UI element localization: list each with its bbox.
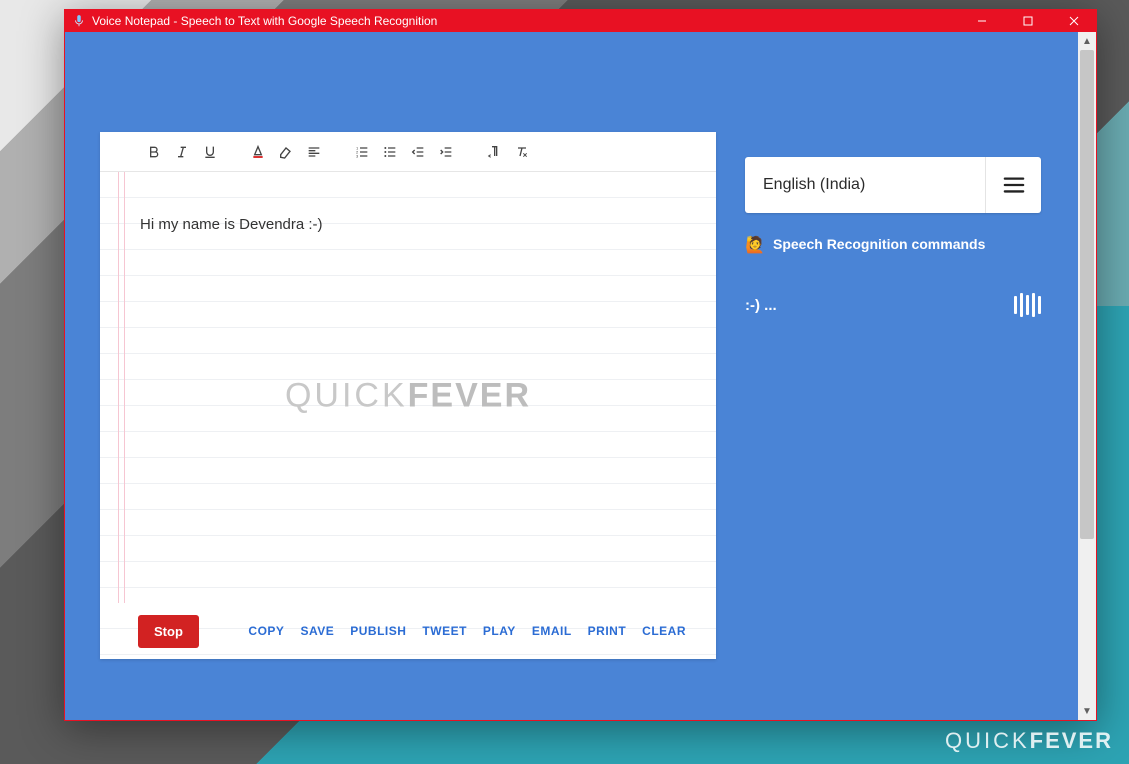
- titlebar[interactable]: Voice Notepad - Speech to Text with Goog…: [64, 9, 1097, 32]
- app-window: Voice Notepad - Speech to Text with Goog…: [64, 9, 1097, 721]
- window-title: Voice Notepad - Speech to Text with Goog…: [92, 14, 437, 28]
- vertical-scrollbar[interactable]: ▲ ▼: [1078, 32, 1096, 720]
- italic-button[interactable]: [168, 138, 196, 166]
- watermark: QUICKFEVER: [285, 376, 531, 415]
- notepad-panel: 123 Hi my name is Devendra :-) QUICKFEVE…: [100, 132, 716, 659]
- bold-button[interactable]: [140, 138, 168, 166]
- email-link[interactable]: EMAIL: [532, 624, 572, 638]
- stop-button[interactable]: Stop: [138, 615, 199, 648]
- commands-icon: 🙋: [745, 235, 763, 253]
- rtl-button[interactable]: [480, 138, 508, 166]
- indent-button[interactable]: [432, 138, 460, 166]
- scroll-thumb[interactable]: [1080, 50, 1094, 539]
- scroll-up-arrow[interactable]: ▲: [1078, 32, 1096, 50]
- audio-wave-icon: [1014, 293, 1041, 317]
- minimize-button[interactable]: [959, 9, 1005, 32]
- highlight-button[interactable]: [272, 138, 300, 166]
- side-panel: English (India) 🙋 Speech Recognition com…: [745, 157, 1041, 317]
- scroll-track[interactable]: [1078, 50, 1096, 702]
- copy-link[interactable]: COPY: [248, 624, 284, 638]
- action-bar: Stop COPY SAVE PUBLISH TWEET PLAY EMAIL …: [100, 603, 716, 659]
- content-area: 123 Hi my name is Devendra :-) QUICKFEVE…: [65, 32, 1078, 720]
- outdent-button[interactable]: [404, 138, 432, 166]
- clear-format-button[interactable]: [508, 138, 536, 166]
- editor-toolbar: 123: [100, 132, 716, 172]
- commands-label: Speech Recognition commands: [773, 236, 985, 252]
- close-button[interactable]: [1051, 9, 1097, 32]
- commands-link[interactable]: 🙋 Speech Recognition commands: [745, 235, 1041, 253]
- status-row: :-) ...: [745, 293, 1041, 317]
- underline-button[interactable]: [196, 138, 224, 166]
- client-area: 123 Hi my name is Devendra :-) QUICKFEVE…: [64, 32, 1097, 721]
- footer-watermark: QUICKFEVER: [945, 728, 1113, 754]
- language-selector[interactable]: English (India): [745, 157, 1041, 213]
- scroll-down-arrow[interactable]: ▼: [1078, 702, 1096, 720]
- print-link[interactable]: PRINT: [588, 624, 627, 638]
- text-color-button[interactable]: [244, 138, 272, 166]
- save-link[interactable]: SAVE: [300, 624, 334, 638]
- tweet-link[interactable]: TWEET: [422, 624, 467, 638]
- align-button[interactable]: [300, 138, 328, 166]
- editor-textarea[interactable]: Hi my name is Devendra :-) QUICKFEVER: [100, 172, 716, 619]
- ordered-list-button[interactable]: 123: [348, 138, 376, 166]
- publish-link[interactable]: PUBLISH: [350, 624, 406, 638]
- language-label: English (India): [745, 176, 985, 194]
- svg-text:3: 3: [356, 153, 359, 158]
- status-text: :-) ...: [745, 297, 777, 314]
- maximize-button[interactable]: [1005, 9, 1051, 32]
- menu-icon[interactable]: [985, 157, 1041, 213]
- app-icon: [72, 14, 86, 28]
- clear-link[interactable]: CLEAR: [642, 624, 686, 638]
- unordered-list-button[interactable]: [376, 138, 404, 166]
- editor-content: Hi my name is Devendra :-): [140, 216, 323, 233]
- play-link[interactable]: PLAY: [483, 624, 516, 638]
